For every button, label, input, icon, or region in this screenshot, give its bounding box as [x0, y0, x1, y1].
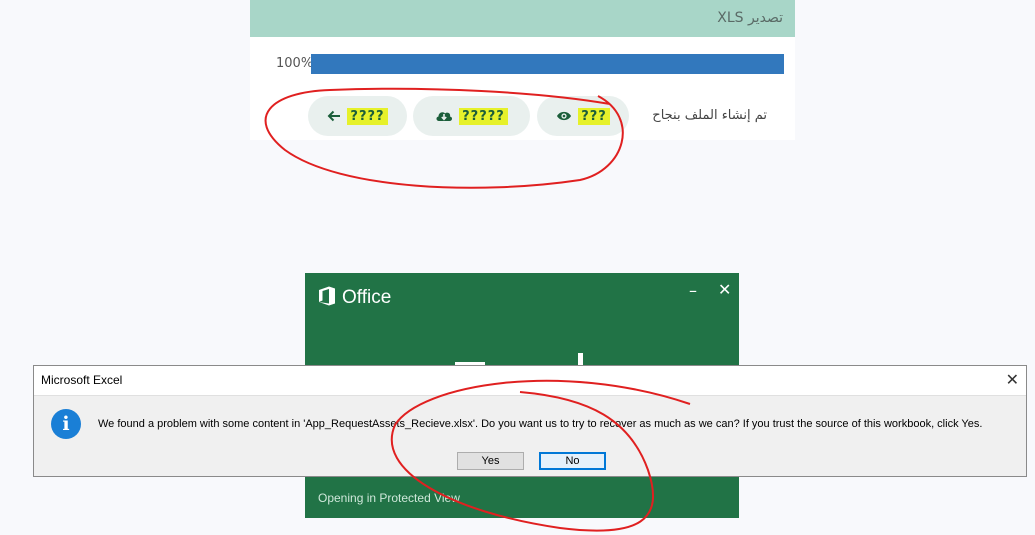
- dialog-close-button[interactable]: ✕: [1006, 370, 1019, 389]
- dialog-message: We found a problem with some content in …: [98, 418, 983, 430]
- progress-row: 100%: [250, 53, 795, 75]
- splash-status: Opening in Protected View: [318, 491, 460, 505]
- minimize-button[interactable]: –: [689, 281, 697, 300]
- yes-button[interactable]: Yes: [457, 452, 524, 470]
- office-logo-icon: [318, 286, 336, 310]
- cloud-download-icon: [435, 109, 453, 123]
- dialog-title: Microsoft Excel: [41, 373, 123, 387]
- status-text: تم إنشاء الملف بنجاح: [652, 108, 767, 123]
- arrow-left-icon: [327, 110, 341, 122]
- download-button[interactable]: ?????: [413, 96, 530, 136]
- view-button-label: ???: [578, 107, 610, 125]
- progress-bar: [311, 54, 784, 74]
- office-logo: Office: [318, 286, 391, 310]
- view-button[interactable]: ???: [537, 96, 629, 136]
- splash-close-button[interactable]: ✕: [718, 280, 731, 299]
- excel-error-dialog: Microsoft Excel ✕ i We found a problem w…: [33, 365, 1027, 477]
- no-button[interactable]: No: [539, 452, 606, 470]
- dialog-titlebar: Microsoft Excel ✕: [34, 366, 1026, 396]
- office-brand: Office: [342, 287, 392, 308]
- export-title: تصدير XLS: [250, 0, 795, 37]
- back-button-label: ????: [347, 107, 388, 125]
- actions-row: تم إنشاء الملف بنجاح ??? ????? ????: [250, 96, 795, 140]
- download-button-label: ?????: [459, 107, 508, 125]
- export-panel: تصدير XLS 100% تم إنشاء الملف بنجاح ???: [250, 0, 795, 140]
- progress-fill: [311, 54, 784, 74]
- info-icon: i: [51, 409, 81, 439]
- progress-percent: 100%: [276, 56, 314, 71]
- back-button[interactable]: ????: [308, 96, 407, 136]
- eye-icon: [556, 110, 572, 122]
